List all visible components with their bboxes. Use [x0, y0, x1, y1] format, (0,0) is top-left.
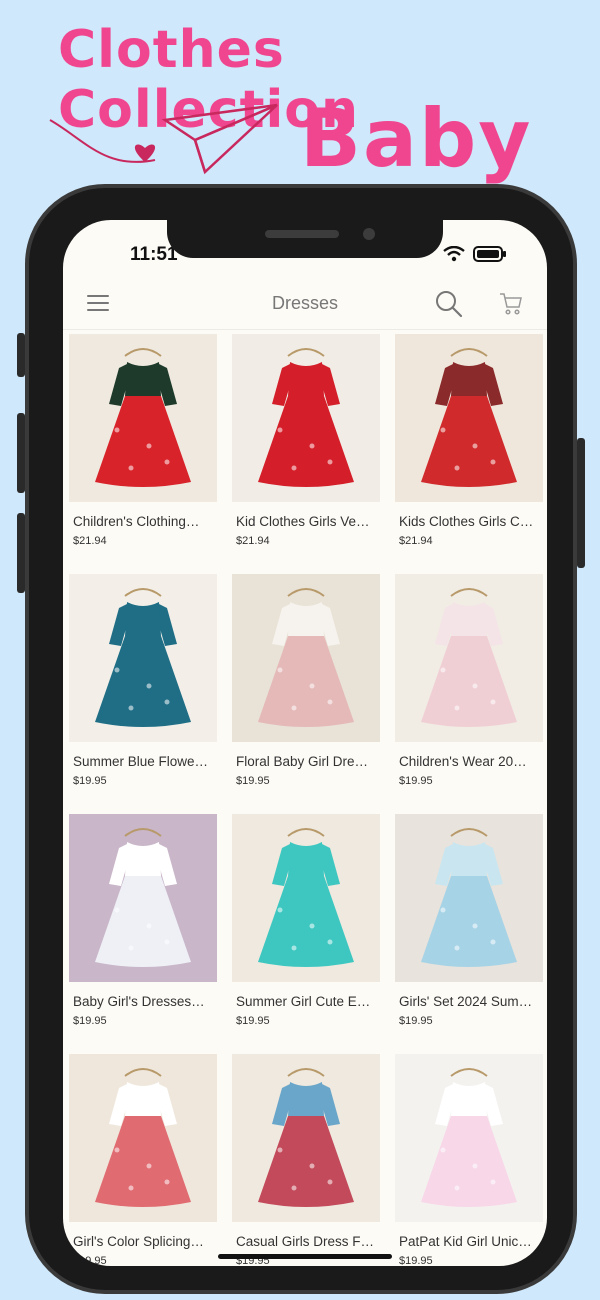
product-price: $19.95: [236, 1015, 270, 1027]
product-grid: Children's Clothing… $21.94 Kid Clothes Gi…: [69, 334, 545, 1266]
product-card[interactable]: Summer Girl Cute E… $19.95: [232, 814, 380, 1054]
product-image[interactable]: [395, 1054, 543, 1222]
status-icons: [443, 246, 507, 262]
search-icon[interactable]: [435, 290, 463, 318]
product-card[interactable]: Children's Clothing… $21.94: [69, 334, 217, 574]
product-price: $19.95: [73, 1255, 107, 1266]
wifi-icon: [443, 246, 465, 262]
product-price: $21.94: [236, 535, 270, 547]
product-card[interactable]: Baby Girl's Dresses… $19.95: [69, 814, 217, 1054]
product-image[interactable]: [232, 1054, 380, 1222]
product-price: $21.94: [73, 535, 107, 547]
volume-up-button: [17, 413, 25, 493]
product-card[interactable]: Kids Clothes Girls C… $21.94: [395, 334, 543, 574]
product-image[interactable]: [395, 814, 543, 982]
product-name[interactable]: Girls' Set 2024 Sum…: [395, 994, 543, 1009]
product-image[interactable]: [395, 574, 543, 742]
paper-plane-icon: [49, 103, 278, 175]
product-price: $19.95: [73, 1015, 107, 1027]
status-time: 11:51: [130, 244, 178, 265]
product-image[interactable]: [232, 334, 380, 502]
product-name[interactable]: PatPat Kid Girl Unic…: [395, 1234, 543, 1249]
power-button: [577, 438, 585, 568]
product-image[interactable]: [232, 574, 380, 742]
product-image[interactable]: [69, 1054, 217, 1222]
notch: [167, 220, 443, 258]
top-nav-bar: Dresses: [63, 282, 547, 330]
product-card[interactable]: Kid Clothes Girls Ve… $21.94: [232, 334, 380, 574]
product-price: $19.95: [399, 1255, 433, 1266]
battery-icon: [473, 246, 506, 262]
hamburger-icon[interactable]: [87, 295, 109, 313]
product-image[interactable]: [69, 574, 217, 742]
cart-icon[interactable]: [499, 292, 523, 316]
page-title: Dresses: [271, 293, 338, 313]
product-name[interactable]: Summer Girl Cute E…: [232, 994, 380, 1009]
product-name[interactable]: Kid Clothes Girls Ve…: [232, 514, 380, 529]
product-card[interactable]: Children's Wear 20… $19.95: [395, 574, 543, 814]
product-price: $19.95: [399, 775, 433, 787]
product-image[interactable]: [232, 814, 380, 982]
product-price: $21.94: [399, 535, 433, 547]
home-indicator[interactable]: [218, 1254, 392, 1259]
speaker-grille: [265, 230, 339, 238]
banner: Clothes Collection Baby: [0, 0, 600, 200]
product-name[interactable]: Children's Wear 20…: [395, 754, 543, 769]
product-card[interactable]: Floral Baby Girl Dre… $19.95: [232, 574, 380, 814]
product-price: $19.95: [73, 775, 107, 787]
product-name[interactable]: Summer Blue Flowe…: [69, 754, 217, 769]
product-name[interactable]: Girl's Color Splicing…: [69, 1234, 217, 1249]
product-card[interactable]: Girls' Set 2024 Sum… $19.95: [395, 814, 543, 1054]
product-price: $19.95: [236, 775, 270, 787]
product-image[interactable]: [395, 334, 543, 502]
product-name[interactable]: Casual Girls Dress F…: [232, 1234, 380, 1249]
app-screen: 11:51 Dresses Children's Clothing… $21.9…: [63, 220, 547, 1266]
product-price: $19.95: [399, 1015, 433, 1027]
banner-title-line2: Baby: [300, 92, 533, 185]
product-name[interactable]: Baby Girl's Dresses…: [69, 994, 217, 1009]
product-card[interactable]: Casual Girls Dress F… $19.95: [232, 1054, 380, 1266]
product-image[interactable]: [69, 814, 217, 982]
product-image[interactable]: [69, 334, 217, 502]
product-card[interactable]: PatPat Kid Girl Unic… $19.95: [395, 1054, 543, 1266]
product-name[interactable]: Children's Clothing…: [69, 514, 217, 529]
product-name[interactable]: Kids Clothes Girls C…: [395, 514, 543, 529]
phone-frame: 11:51 Dresses Children's Clothing… $21.9…: [17, 184, 585, 1294]
camera-dot: [363, 228, 375, 240]
mute-switch: [17, 333, 25, 377]
volume-down-button: [17, 513, 25, 593]
product-card[interactable]: Summer Blue Flowe… $19.95: [69, 574, 217, 814]
product-card[interactable]: Girl's Color Splicing… $19.95: [69, 1054, 217, 1266]
product-name[interactable]: Floral Baby Girl Dre…: [232, 754, 380, 769]
